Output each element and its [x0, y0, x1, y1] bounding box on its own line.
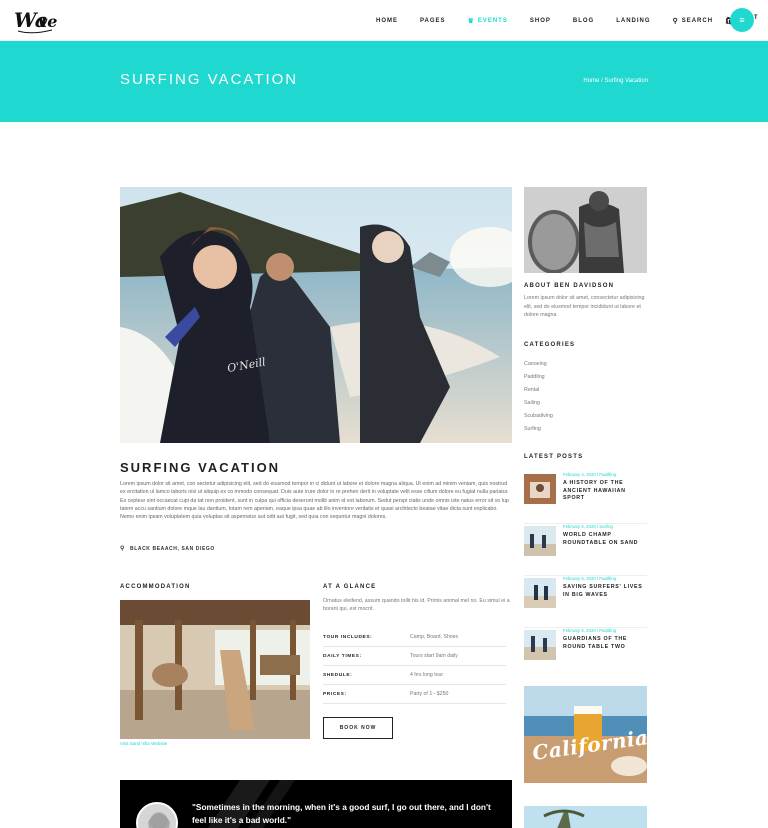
- events-icon: ♛: [467, 17, 475, 25]
- site-header: Wa ve HOME PAGES ♛ EVENTS SHOP BLOG LANDI…: [0, 0, 768, 41]
- glance-value: Camp, Board, Shoes: [410, 634, 459, 640]
- book-now-button[interactable]: BOOK NOW: [323, 717, 393, 739]
- post-meta: February 4, 2020 / Paddling: [563, 472, 617, 477]
- category-item[interactable]: Paddling: [524, 371, 553, 384]
- table-row: DAILY TIMES: Tours start 9am daily: [323, 647, 506, 666]
- accommodation-heading: ACCOMMODATION: [120, 584, 191, 590]
- nav-landing[interactable]: LANDING: [616, 18, 650, 24]
- post-thumbnail[interactable]: [524, 526, 556, 556]
- glance-text: Ornatus eleifend, assum quando tollit hi…: [323, 598, 510, 613]
- post-thumbnail[interactable]: [524, 474, 556, 504]
- glance-key: PRICES:: [323, 691, 347, 697]
- nav-events-label: EVENTS: [477, 17, 508, 24]
- post-meta: February 5, 2020 / Surfing: [563, 524, 613, 529]
- about-heading: ABOUT BEN DAVIDSON: [524, 283, 615, 289]
- breadcrumb: Home / Surfing Vacation: [583, 78, 648, 84]
- post-hero-image: O'Neill: [120, 187, 512, 443]
- quote-text: "Sometimes in the morning, when it's a g…: [192, 802, 491, 825]
- category-item[interactable]: Scubadiving: [524, 410, 553, 423]
- menu-toggle-button[interactable]: ≡: [730, 8, 754, 32]
- search-label: SEARCH: [681, 17, 714, 24]
- post-title-link[interactable]: WORLD CHAMP ROUNDTABLE ON SAND: [563, 532, 648, 547]
- quote-block: "Sometimes in the morning, when it's a g…: [120, 780, 512, 828]
- post-body: Lorem ipsum dolor sit amet, con sectetur…: [120, 481, 509, 521]
- post-title-link[interactable]: SAVING SURFERS' LIVES IN BIG WAVES: [563, 584, 648, 599]
- latest-post-item[interactable]: February 5, 2020 / Paddling SAVING SURFE…: [524, 576, 647, 628]
- post-title-link[interactable]: GUARDIANS OF THE ROUND TABLE TWO: [563, 636, 648, 651]
- category-item[interactable]: Rental: [524, 384, 553, 397]
- table-row: SHEDULE: 4 hrs long tour: [323, 666, 506, 685]
- about-text: Lorem ipsum dolor sit amet, consectetur …: [524, 295, 645, 318]
- nav-home[interactable]: HOME: [376, 18, 398, 24]
- svg-text:ve: ve: [38, 12, 57, 31]
- post-title: SURFING VACATION: [120, 460, 281, 475]
- sidebar-banner-two[interactable]: [524, 806, 647, 828]
- glance-value: Tours start 9am daily: [410, 653, 458, 659]
- glance-key: DAILY TIMES:: [323, 653, 362, 659]
- post-meta: February 5, 2020 / Paddling: [563, 576, 617, 581]
- glance-heading: AT A GLANCE: [323, 584, 377, 590]
- map-pin-icon: ⚲: [120, 546, 125, 552]
- author-photo: [524, 187, 647, 273]
- category-item[interactable]: Canoeing: [524, 358, 553, 371]
- breadcrumb-home[interactable]: Home: [583, 78, 599, 84]
- menu-icon: ≡: [739, 15, 745, 25]
- post-meta: February 5, 2020 / Paddling: [563, 628, 617, 633]
- category-item[interactable]: Surfing: [524, 423, 553, 436]
- breadcrumb-separator: /: [601, 78, 603, 84]
- breadcrumb-current: Surfing Vacation: [604, 78, 648, 84]
- post-thumbnail[interactable]: [524, 578, 556, 608]
- latest-post-item[interactable]: February 5, 2020 / Paddling GUARDIANS OF…: [524, 628, 647, 680]
- page-title-bar: SURFING VACATION Home / Surfing Vacation: [0, 41, 768, 122]
- nav-blog[interactable]: BLOG: [573, 18, 594, 24]
- page-title: SURFING VACATION: [120, 71, 299, 88]
- nav-shop[interactable]: SHOP: [530, 18, 551, 24]
- table-row: PRICES: Party of 1 - $250: [323, 685, 506, 704]
- main-nav: HOME PAGES ♛ EVENTS SHOP BLOG LANDING ⚲ SE…: [376, 0, 768, 41]
- glance-key: SHEDULE:: [323, 672, 353, 678]
- california-banner[interactable]: California: [524, 686, 647, 783]
- category-item[interactable]: Sailing: [524, 397, 553, 410]
- latest-posts-heading: LATEST POSTS: [524, 454, 584, 460]
- accommodation-image: [120, 600, 310, 739]
- glance-table: TOUR INCLUDES: Camp, Board, Shoes DAILY T…: [323, 628, 506, 704]
- categories-list: Canoeing Paddling Rental Sailing Scubadi…: [524, 358, 553, 436]
- table-row: TOUR INCLUDES: Camp, Board, Shoes: [323, 628, 506, 647]
- post-thumbnail[interactable]: [524, 630, 556, 660]
- location-label: BLACK BEAACH, SAN DIEGO: [130, 545, 215, 552]
- latest-post-item[interactable]: February 4, 2020 / Paddling A HISTORY OF…: [524, 472, 647, 524]
- latest-post-item[interactable]: February 5, 2020 / Surfing WORLD CHAMP R…: [524, 524, 647, 576]
- categories-heading: CATEGORIES: [524, 342, 576, 348]
- search-icon: ⚲: [672, 17, 679, 25]
- glance-value: 4 hrs long tour: [410, 672, 444, 678]
- glance-key: TOUR INCLUDES:: [323, 634, 373, 640]
- search-button[interactable]: ⚲ SEARCH: [673, 17, 713, 25]
- accommodation-link[interactable]: Visit Sand Villa Website: [120, 741, 167, 746]
- post-title-link[interactable]: A HISTORY OF THE ANCIENT HAWAIIAN SPORT: [563, 480, 648, 503]
- nav-pages[interactable]: PAGES: [420, 18, 446, 24]
- glance-value: Party of 1 - $250: [410, 691, 449, 697]
- site-logo[interactable]: Wa ve: [12, 5, 62, 37]
- post-location: ⚲ BLACK BEAACH, SAN DIEGO: [120, 545, 215, 553]
- nav-events[interactable]: ♛ EVENTS: [468, 17, 508, 25]
